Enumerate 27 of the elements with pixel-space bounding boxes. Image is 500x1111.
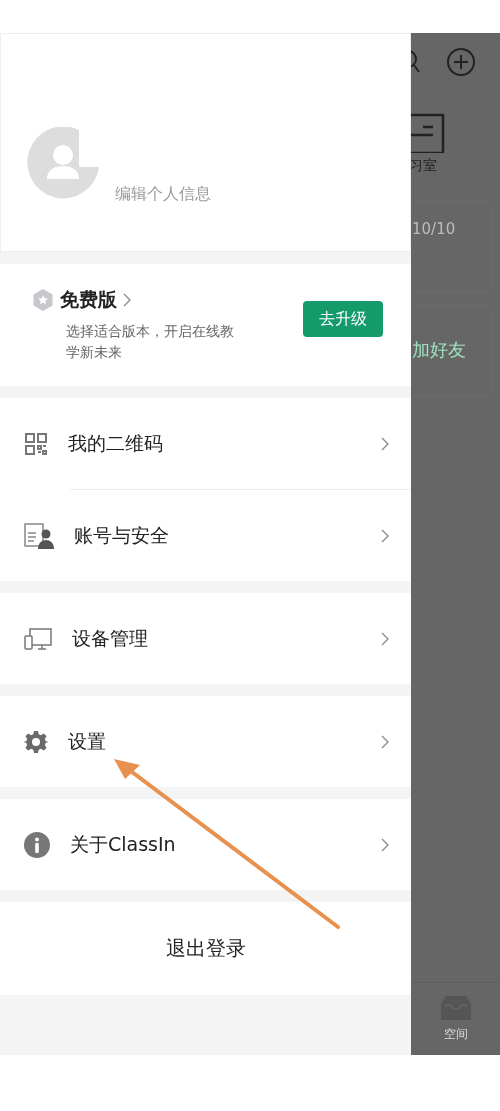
qr-code-icon (24, 431, 48, 456)
chevron-icon (381, 631, 389, 646)
chevron-icon (123, 293, 131, 307)
logout-button[interactable]: 退出登录 (0, 902, 411, 995)
chevron-icon (381, 837, 389, 852)
hexagon-star-icon (32, 289, 54, 311)
menu-item[interactable]: 我的二维码 (0, 398, 411, 489)
counter-text: 10/10 (412, 220, 456, 240)
upgrade-button[interactable]: 去升级 (303, 301, 383, 337)
chevron-icon (381, 528, 389, 543)
add-icon[interactable] (446, 47, 476, 77)
menu-item[interactable]: 关于ClassIn (0, 799, 411, 890)
chevron-icon (381, 734, 389, 749)
whiteboard-icon[interactable] (411, 113, 445, 153)
devices-icon (24, 626, 52, 651)
menu-item[interactable]: 设置 (0, 696, 411, 787)
add-friend-link[interactable]: 加好友 (412, 338, 466, 396)
menu-item[interactable]: 设备管理 (0, 593, 411, 684)
menu-item[interactable]: 账号与安全 (0, 490, 411, 581)
plan-name[interactable]: 免费版 (60, 287, 117, 313)
info-icon (24, 831, 50, 858)
plan-description: 选择适合版本，开启在线教学新未来 (66, 322, 235, 362)
id-card-person-icon (24, 522, 54, 549)
tab-label[interactable]: 空间 (443, 1025, 468, 1043)
chevron-icon (381, 436, 389, 451)
avatar-icon (27, 127, 101, 201)
settings-icon (24, 729, 48, 754)
